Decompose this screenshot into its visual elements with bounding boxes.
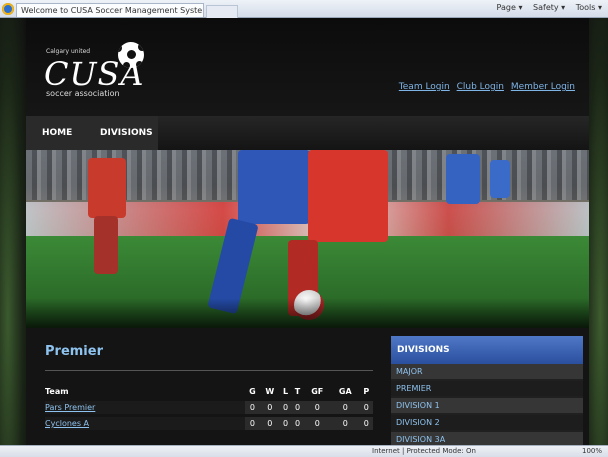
title-divider — [45, 370, 373, 371]
page-title: Premier — [45, 344, 103, 359]
tools-menu[interactable]: Tools ▾ — [576, 3, 602, 12]
stat-cell: 0 — [330, 398, 360, 416]
team-login-link[interactable]: Team Login — [399, 82, 450, 92]
col-team: Team — [45, 386, 69, 396]
stat-cell: 0 — [359, 414, 373, 430]
stat-cell: 0 — [245, 414, 260, 430]
team-link[interactable]: Cyclones A — [45, 414, 245, 430]
page-menu[interactable]: Page ▾ — [497, 3, 523, 12]
col-wins: W — [265, 386, 275, 396]
stat-cell: 0 — [291, 398, 304, 416]
site-container: Calgary united CUSA soccer association T… — [26, 18, 589, 445]
player-red-left — [88, 158, 126, 218]
standings-header-row: Team G W L T GF GA P — [45, 384, 373, 400]
player-red-center — [308, 150, 388, 242]
col-ties: T — [294, 386, 301, 396]
stadium-background-left — [0, 18, 26, 445]
stat-cell: 0 — [291, 414, 304, 430]
browser-tab[interactable]: Welcome to CUSA Soccer Management System — [16, 3, 204, 17]
logo-tagline: Calgary united — [46, 48, 91, 55]
site-header: Calgary united CUSA soccer association T… — [26, 18, 589, 116]
divisions-panel: DIVISIONS MAJOR PREMIER DIVISION 1 DIVIS… — [391, 336, 583, 445]
login-links: Team Login Club Login Member Login — [395, 82, 575, 92]
browser-icon — [2, 3, 14, 15]
new-tab-button[interactable] — [206, 5, 238, 18]
team-link[interactable]: Pars Premier — [45, 398, 245, 416]
table-row: Cyclones A 0 0 0 0 0 0 0 — [45, 414, 373, 430]
col-games: G — [249, 386, 256, 396]
stat-cell: 0 — [259, 398, 280, 416]
division-link-premier[interactable]: PREMIER — [391, 381, 583, 396]
security-zone-status: Internet | Protected Mode: On — [372, 447, 476, 455]
player-blue-far-right — [490, 160, 510, 198]
player-red-left-legs — [94, 216, 118, 274]
browser-tab-bar: Welcome to CUSA Soccer Management System… — [0, 0, 608, 18]
player-blue-center — [238, 150, 310, 224]
table-row: Pars Premier 0 0 0 0 0 0 0 — [45, 398, 373, 416]
nav-items: HOME DIVISIONS — [26, 116, 158, 150]
col-goals-against: GA — [338, 386, 352, 396]
main-nav: HOME DIVISIONS — [26, 116, 589, 150]
stat-cell: 0 — [303, 398, 331, 416]
stat-cell: 0 — [359, 398, 373, 416]
col-losses: L — [283, 386, 289, 396]
stat-cell: 0 — [259, 414, 280, 430]
browser-command-bar: Page ▾ Safety ▾ Tools ▾ — [489, 3, 602, 12]
banner-shadow — [26, 298, 589, 328]
browser-status-bar: Internet | Protected Mode: On 100% — [0, 445, 608, 457]
player-blue-right — [446, 154, 480, 204]
division-link-division-3a[interactable]: DIVISION 3A — [391, 432, 583, 445]
division-link-major[interactable]: MAJOR — [391, 364, 583, 379]
stat-cell: 0 — [245, 398, 260, 416]
stat-cell: 0 — [279, 398, 292, 416]
col-points: P — [363, 386, 370, 396]
divisions-panel-heading: DIVISIONS — [391, 336, 583, 364]
stat-cell: 0 — [279, 414, 292, 430]
division-link-division-1[interactable]: DIVISION 1 — [391, 398, 583, 413]
soccer-ball-icon — [118, 42, 144, 68]
safety-menu[interactable]: Safety ▾ — [533, 3, 565, 12]
standings-table: Team G W L T GF GA P Pars Premier 0 0 0 … — [45, 384, 373, 430]
nav-home[interactable]: HOME — [42, 128, 72, 138]
stat-cell: 0 — [330, 414, 360, 430]
stat-cell: 0 — [303, 414, 331, 430]
hero-banner-photo — [26, 150, 589, 328]
nav-divisions[interactable]: DIVISIONS — [100, 128, 153, 138]
col-goals-for: GF — [311, 386, 324, 396]
logo-subtitle: soccer association — [46, 89, 120, 98]
division-link-division-2[interactable]: DIVISION 2 — [391, 415, 583, 430]
member-login-link[interactable]: Member Login — [511, 82, 575, 92]
content-area: Premier Team G W L T GF GA P Pars Premie… — [26, 328, 589, 445]
club-login-link[interactable]: Club Login — [457, 82, 504, 92]
zoom-level[interactable]: 100% — [582, 447, 602, 455]
